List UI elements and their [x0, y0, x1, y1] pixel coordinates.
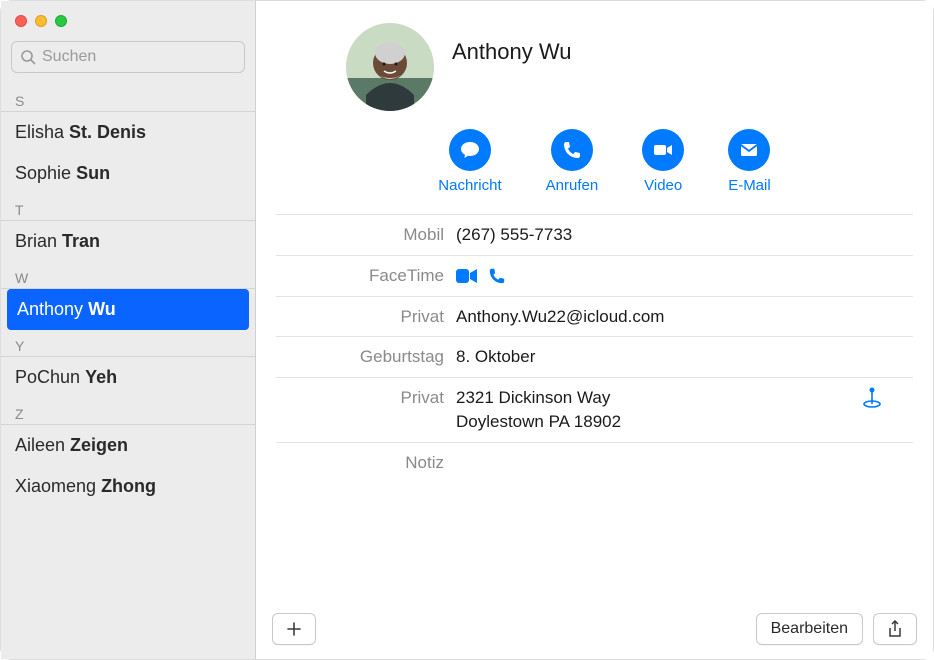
email-icon: [738, 139, 760, 161]
plus-icon: [286, 621, 302, 637]
video-icon[interactable]: [456, 268, 478, 284]
search-input[interactable]: [42, 48, 236, 66]
email-button[interactable]: E-Mail: [728, 129, 771, 194]
field-label: Geburtstag: [276, 345, 456, 369]
field-value: (267) 555-7733: [456, 223, 913, 247]
field-label: Mobil: [276, 223, 456, 247]
field-label: FaceTime: [276, 264, 456, 288]
contact-header: Anthony Wu: [256, 1, 933, 121]
facetime-icons: [456, 264, 913, 288]
list-item[interactable]: Brian Tran: [1, 221, 255, 262]
list-item[interactable]: Sophie Sun: [1, 153, 255, 194]
map-pin-icon[interactable]: [861, 386, 883, 413]
message-icon: [459, 139, 481, 161]
fullscreen-window-button[interactable]: [55, 15, 67, 27]
phone-icon: [562, 140, 582, 160]
edit-button[interactable]: Bearbeiten: [756, 613, 863, 645]
contacts-list[interactable]: SElisha St. DenisSophie SunTBrian TranWA…: [1, 85, 255, 659]
field-note[interactable]: Notiz: [276, 442, 913, 483]
email-label: E-Mail: [728, 177, 771, 194]
field-label: Notiz: [276, 451, 456, 475]
list-item[interactable]: Anthony Wu: [7, 289, 249, 330]
sidebar: SElisha St. DenisSophie SunTBrian TranWA…: [1, 1, 256, 659]
footer-bar: Bearbeiten: [256, 603, 933, 659]
contacts-window: SElisha St. DenisSophie SunTBrian TranWA…: [1, 1, 933, 659]
window-controls: [1, 1, 255, 37]
field-list: Mobil (267) 555-7733 FaceTime Privat An: [256, 214, 933, 483]
field-value: [456, 451, 913, 475]
avatar[interactable]: [346, 23, 434, 111]
field-value: 2321 Dickinson Way Doylestown PA 18902: [456, 386, 913, 434]
message-label: Nachricht: [438, 177, 501, 194]
field-label: Privat: [276, 386, 456, 434]
video-button[interactable]: Video: [642, 129, 684, 194]
section-header: S: [1, 91, 255, 112]
section-header: Z: [1, 404, 255, 425]
video-label: Video: [644, 177, 682, 194]
list-item[interactable]: Elisha St. Denis: [1, 112, 255, 153]
contact-detail-pane: Anthony Wu Nachricht Anrufen: [256, 1, 933, 659]
field-birthday[interactable]: Geburtstag 8. Oktober: [276, 336, 913, 377]
field-value: 8. Oktober: [456, 345, 913, 369]
section-header: W: [1, 268, 255, 289]
search-wrapper: [1, 37, 255, 85]
list-item[interactable]: Xiaomeng Zhong: [1, 466, 255, 507]
video-icon: [652, 139, 674, 161]
field-label: Privat: [276, 305, 456, 329]
search-field[interactable]: [11, 41, 245, 73]
message-button[interactable]: Nachricht: [438, 129, 501, 194]
share-button[interactable]: [873, 613, 917, 645]
close-window-button[interactable]: [15, 15, 27, 27]
section-header: T: [1, 200, 255, 221]
action-row: Nachricht Anrufen Video: [276, 121, 933, 214]
field-facetime[interactable]: FaceTime: [276, 255, 913, 296]
field-email[interactable]: Privat Anthony.Wu22@icloud.com: [276, 296, 913, 337]
phone-icon[interactable]: [488, 267, 506, 285]
search-icon: [20, 49, 36, 65]
call-button[interactable]: Anrufen: [546, 129, 599, 194]
section-header: Y: [1, 336, 255, 357]
minimize-window-button[interactable]: [35, 15, 47, 27]
call-label: Anrufen: [546, 177, 599, 194]
list-item[interactable]: Aileen Zeigen: [1, 425, 255, 466]
add-button[interactable]: [272, 613, 316, 645]
field-value: Anthony.Wu22@icloud.com: [456, 305, 913, 329]
share-icon: [887, 620, 903, 638]
field-address[interactable]: Privat 2321 Dickinson Way Doylestown PA …: [276, 377, 913, 442]
contact-name: Anthony Wu: [452, 39, 571, 65]
field-mobile[interactable]: Mobil (267) 555-7733: [276, 214, 913, 255]
list-item[interactable]: PoChun Yeh: [1, 357, 255, 398]
